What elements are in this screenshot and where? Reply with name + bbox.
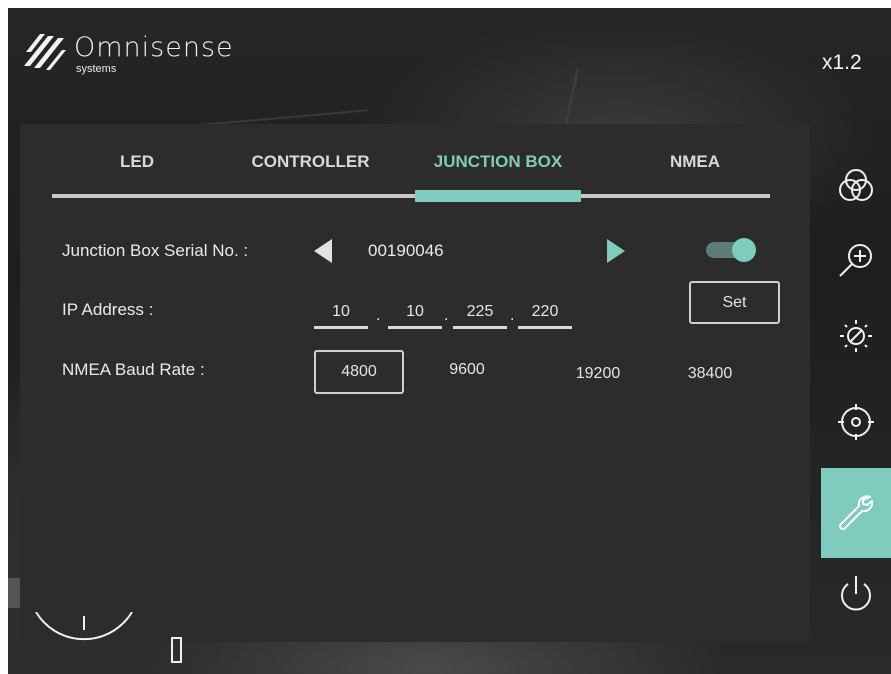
wrench-settings-icon xyxy=(839,495,874,531)
brand-logo: Omnisense systems xyxy=(22,30,233,82)
baud-label: NMEA Baud Rate : xyxy=(62,360,205,379)
serial-prev-arrow-icon[interactable] xyxy=(314,239,332,263)
crosshair-target-button[interactable] xyxy=(821,392,891,452)
zoom-in-button[interactable] xyxy=(821,230,891,290)
power-icon xyxy=(841,576,871,611)
brightness-contrast-icon xyxy=(840,320,872,352)
tab-nmea[interactable]: NMEA xyxy=(655,152,735,172)
active-tab-indicator xyxy=(415,190,581,202)
tab-led[interactable]: LED xyxy=(102,152,172,172)
zoom-in-icon xyxy=(839,244,872,277)
ip-octet-2-field[interactable]: 10 xyxy=(388,295,442,329)
baud-option-4800[interactable]: 4800 xyxy=(314,350,404,394)
crosshair-target-icon xyxy=(838,404,874,440)
tab-controller[interactable]: CONTROLLER xyxy=(238,152,383,172)
serial-value: 00190046 xyxy=(368,241,444,260)
ip-separator: . xyxy=(444,307,449,324)
brightness-contrast-button[interactable] xyxy=(821,306,891,366)
settings-panel: LED CONTROLLER JUNCTION BOX NMEA Junctio… xyxy=(20,124,810,642)
baud-option-19200[interactable]: 19200 xyxy=(558,354,638,398)
serial-enable-toggle[interactable] xyxy=(706,238,758,262)
ip-octet-4-field[interactable]: 220 xyxy=(518,295,572,329)
camera-background: Omnisense systems x1.2 LED CONTROLLER JU… xyxy=(8,8,891,674)
brand-name: Omnisense xyxy=(74,32,234,63)
ip-label: IP Address : xyxy=(62,300,154,319)
ip-octet-3-field[interactable]: 225 xyxy=(453,295,507,329)
serial-next-arrow-icon[interactable] xyxy=(607,239,625,263)
ip-separator: . xyxy=(510,307,515,324)
settings-button[interactable] xyxy=(821,468,891,558)
baud-option-9600[interactable]: 9600 xyxy=(432,350,502,394)
baud-option-38400[interactable]: 38400 xyxy=(670,354,750,398)
brand-subtitle: systems xyxy=(76,63,117,75)
serial-label: Junction Box Serial No. : xyxy=(62,241,249,260)
power-button[interactable] xyxy=(821,564,891,624)
battery-indicator-icon xyxy=(171,637,182,663)
zoom-level: x1.2 xyxy=(822,51,862,74)
color-channels-icon xyxy=(839,169,873,201)
ip-octet-1-field[interactable]: 10 xyxy=(314,295,368,329)
color-channels-button[interactable] xyxy=(821,156,891,216)
tab-junction-box[interactable]: JUNCTION BOX xyxy=(415,152,581,172)
toggle-knob xyxy=(732,238,756,262)
heading-dial-icon xyxy=(35,612,133,641)
tab-track xyxy=(52,194,770,198)
omnisense-logo-icon xyxy=(24,34,66,70)
ip-set-button[interactable]: Set xyxy=(689,281,780,324)
ip-separator: . xyxy=(376,307,381,324)
